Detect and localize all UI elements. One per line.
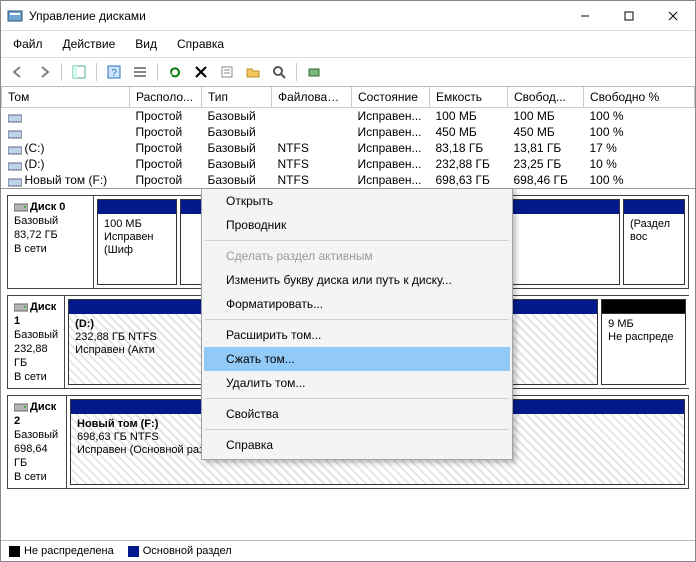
ctx-help[interactable]: Справка [204, 433, 510, 457]
properties-icon[interactable] [216, 61, 238, 83]
refresh-icon[interactable] [164, 61, 186, 83]
menu-action[interactable]: Действие [59, 35, 120, 53]
disk-info: Диск 2Базовый698,64 ГБВ сети [8, 396, 67, 488]
ctx-props[interactable]: Свойства [204, 402, 510, 426]
volume-table-wrap: Том Располо... Тип Файловая с... Состоян… [1, 87, 695, 189]
ctx-delete[interactable]: Удалить том... [204, 371, 510, 395]
col-freepct[interactable]: Свободно % [584, 87, 695, 108]
col-status[interactable]: Состояние [352, 87, 430, 108]
col-type[interactable]: Тип [202, 87, 272, 108]
legend-primary: Основной раздел [128, 545, 232, 557]
ctx-extend[interactable]: Расширить том... [204, 323, 510, 347]
help-icon[interactable]: ? [103, 61, 125, 83]
extra-icon[interactable] [303, 61, 325, 83]
legend: Не распределена Основной раздел [1, 540, 695, 561]
panel-icon[interactable] [68, 61, 90, 83]
forward-button[interactable] [33, 61, 55, 83]
disk-info: Диск 0Базовый83,72 ГБВ сети [8, 196, 94, 288]
open-icon[interactable] [242, 61, 264, 83]
partition[interactable]: 9 МБНе распреде [601, 299, 686, 385]
partition[interactable]: 100 МБИсправен (Шиф [97, 199, 177, 285]
volume-row[interactable]: (C:)ПростойБазовыйNTFSИсправен...83,18 Г… [2, 140, 695, 156]
app-icon [7, 8, 23, 24]
menu-help[interactable]: Справка [173, 35, 228, 53]
minimize-button[interactable] [563, 1, 607, 31]
menu-file[interactable]: Файл [9, 35, 47, 53]
col-fs[interactable]: Файловая с... [272, 87, 352, 108]
search-icon[interactable] [268, 61, 290, 83]
toolbar: ? [1, 58, 695, 87]
partition[interactable]: (Раздел вос [623, 199, 685, 285]
menubar: Файл Действие Вид Справка [1, 31, 695, 58]
col-tom[interactable]: Том [2, 87, 130, 108]
list-icon[interactable] [129, 61, 151, 83]
window-title: Управление дисками [29, 9, 563, 23]
context-menu: Открыть Проводник Сделать раздел активны… [201, 189, 513, 460]
disk-management-window: Управление дисками Файл Действие Вид Спр… [0, 0, 696, 562]
volume-row[interactable]: (D:)ПростойБазовыйNTFSИсправен...232,88 … [2, 156, 695, 172]
ctx-format[interactable]: Форматировать... [204, 292, 510, 316]
volume-row[interactable]: ПростойБазовыйИсправен...100 МБ100 МБ100… [2, 108, 695, 125]
ctx-make-active: Сделать раздел активным [204, 244, 510, 268]
col-capacity[interactable]: Емкость [430, 87, 508, 108]
volume-row[interactable]: Новый том (F:)ПростойБазовыйNTFSИсправен… [2, 172, 695, 188]
volume-table: Том Располо... Тип Файловая с... Состоян… [1, 87, 695, 188]
close-button[interactable] [651, 1, 695, 31]
ctx-open[interactable]: Открыть [204, 189, 510, 213]
maximize-button[interactable] [607, 1, 651, 31]
menu-view[interactable]: Вид [131, 35, 161, 53]
disks-pane: Открыть Проводник Сделать раздел активны… [1, 189, 695, 540]
volume-row[interactable]: ПростойБазовыйИсправен...450 МБ450 МБ100… [2, 124, 695, 140]
svg-text:?: ? [111, 68, 117, 79]
disk-info: Диск 1Базовый232,88 ГБВ сети [8, 296, 65, 388]
col-layout[interactable]: Располо... [130, 87, 202, 108]
delete-icon[interactable] [190, 61, 212, 83]
back-button[interactable] [7, 61, 29, 83]
legend-unalloc: Не распределена [9, 545, 114, 557]
ctx-explorer[interactable]: Проводник [204, 213, 510, 237]
col-free[interactable]: Свобод... [508, 87, 584, 108]
ctx-change-letter[interactable]: Изменить букву диска или путь к диску... [204, 268, 510, 292]
ctx-shrink[interactable]: Сжать том... [204, 347, 510, 371]
titlebar: Управление дисками [1, 1, 695, 31]
